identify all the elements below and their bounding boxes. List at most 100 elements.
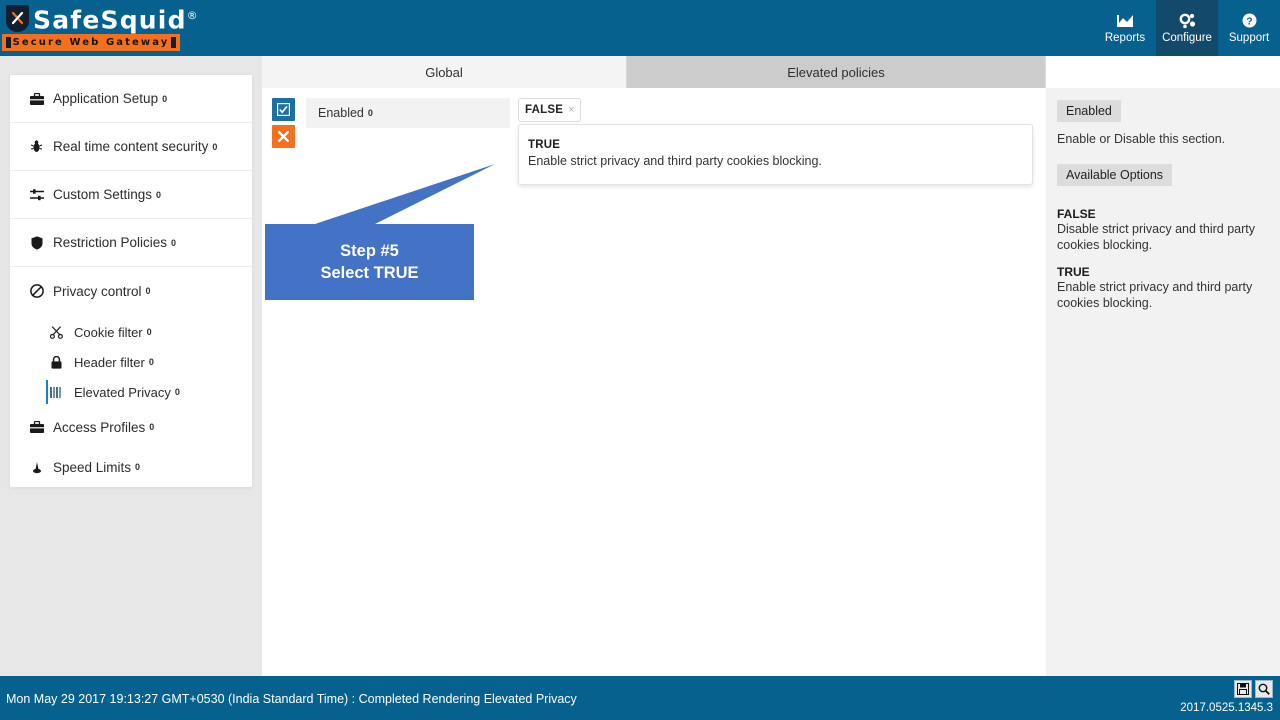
nav-label-configure: Configure [1162,32,1212,44]
sidebar-item-application-setup[interactable]: Application Setup 0 [10,75,252,123]
sidebar-item-cookie-filter[interactable]: Cookie filter 0 [10,317,252,347]
dropdown-options-list: TRUE Enable strict privacy and third par… [518,124,1033,185]
sidebar-badge-access-profiles: 0 [149,422,155,432]
nav-item-support[interactable]: ? Support [1218,0,1280,56]
help-section-heading: Enabled [1057,100,1121,122]
dropdown-option-title: TRUE [528,139,561,151]
help-option-title-false: FALSE [1057,207,1096,221]
sidebar-badge-restriction-policies: 0 [171,237,177,248]
dropdown-option-true[interactable]: TRUE Enable strict privacy and third par… [528,139,1022,168]
sidebar-label-custom-settings: Custom Settings [53,187,153,202]
sidebar-badge-speed-limits: 0 [135,462,141,472]
help-option-desc-true: Enable strict privacy and third party co… [1057,280,1253,310]
nav-label-support: Support [1228,32,1270,44]
sidebar-label-header-filter: Header filter [74,354,145,370]
sidebar-label-elevated-privacy: Elevated Privacy [74,384,171,400]
field-label-text: Enabled [318,106,364,120]
brand-registered: ® [186,9,199,23]
save-floppy-icon[interactable] [1234,680,1252,698]
callout-step-box: Step #5 Select TRUE [265,224,474,300]
tachometer-icon [28,461,45,474]
sidebar-label-access-profiles: Access Profiles [53,419,146,435]
scissors-icon [48,325,65,339]
status-message: Mon May 29 2017 19:13:27 GMT+0530 (India… [6,692,577,706]
sidebar-label-speed-limits: Speed Limits [53,459,132,475]
field-label-badge: 0 [367,108,373,118]
bug-icon [28,140,45,153]
brand-name: SafeSquid [33,5,187,35]
sidebar-badge-real-time-content-security: 0 [212,141,218,152]
sidebar-item-access-profiles[interactable]: Access Profiles 0 [10,407,252,447]
shield-icon [28,235,45,250]
svg-text:?: ? [1246,15,1252,27]
status-bar: Mon May 29 2017 19:13:27 GMT+0530 (India… [0,676,1280,720]
search-magnifier-icon[interactable] [1255,680,1273,698]
sidebar-item-custom-settings[interactable]: Custom Settings 0 [10,171,252,219]
selected-value-text: FALSE [525,104,564,116]
nav-label-reports: Reports [1104,32,1146,44]
brand-tagline: Secure Web Gateway [2,34,180,51]
application-window: SafeSquid® Secure Web Gateway Reports Co… [0,0,1280,720]
tab-elevated-policies[interactable]: Elevated policies [627,56,1046,88]
sidebar-item-header-filter[interactable]: Header filter 0 [10,347,252,377]
sidebar-label-cookie-filter: Cookie filter [74,324,143,340]
ban-icon [28,284,45,298]
sidebar-badge-custom-settings: 0 [156,189,162,200]
content-scroll-strip[interactable] [262,665,1046,676]
sidebar-badge-header-filter: 0 [148,357,154,367]
version-label: 2017.0525.1345.3 [1180,702,1273,714]
row-action-buttons [272,98,296,148]
header-nav: Reports Configure ? Support [1094,0,1280,56]
status-bar-icons [1234,680,1273,698]
sidebar-label-restriction-policies: Restriction Policies [53,235,168,250]
sidebar-badge-elevated-privacy: 0 [174,387,180,397]
remove-tag-x-icon[interactable]: × [568,104,574,116]
briefcase-icon [28,92,45,105]
nav-item-reports[interactable]: Reports [1094,0,1156,56]
sidebar-item-speed-limits[interactable]: Speed Limits 0 [10,447,252,487]
help-option-desc-false: Disable strict privacy and third party c… [1057,222,1255,252]
value-select-container: FALSE × TRUE Enable strict privacy and t… [518,98,1033,185]
nav-item-configure[interactable]: Configure [1156,0,1218,56]
sidebar-label-application-setup: Application Setup [53,91,159,106]
sidebar-item-elevated-privacy[interactable]: Elevated Privacy 0 [10,377,252,407]
help-section-description: Enable or Disable this section. [1057,132,1226,146]
help-panel: Enabled Enable or Disable this section. … [1046,88,1280,676]
top-header: SafeSquid® Secure Web Gateway Reports Co… [0,0,1280,56]
tab-bar-filler [1046,56,1280,88]
sidebar-menu: Application Setup 0 Real time content se… [9,74,253,488]
checkbox-checked-icon[interactable] [272,98,295,121]
lock-icon [48,355,65,369]
dropdown-option-desc: Enable strict privacy and third party co… [528,154,822,168]
sidebar-badge-cookie-filter: 0 [146,327,152,337]
shield-tools-icon [6,4,29,32]
logo-main: SafeSquid® [6,2,199,34]
gears-icon [1179,12,1196,29]
sidebar-badge-privacy-control: 0 [145,286,151,296]
callout-line-1: Step #5 [340,242,399,260]
chart-icon [1116,12,1134,29]
selected-value-tag[interactable]: FALSE × [518,98,581,122]
sidebar-item-privacy-control[interactable]: Privacy control 0 [10,267,252,315]
help-option-true: TRUE Enable strict privacy and third par… [1057,265,1268,311]
help-options-heading: Available Options [1057,164,1173,186]
bars-icon [48,386,65,398]
sidebar-label-privacy-control: Privacy control [53,283,142,299]
sliders-icon [28,188,45,201]
callout-line-2: Select TRUE [320,264,419,282]
question-circle-icon: ? [1242,12,1257,29]
sidebar-item-restriction-policies[interactable]: Restriction Policies 0 [10,219,252,267]
logo-text: SafeSquid® [33,2,199,35]
brand-logo[interactable]: SafeSquid® Secure Web Gateway [0,0,198,52]
help-option-title-true: TRUE [1057,265,1090,279]
sidebar-label-real-time-content-security: Real time content security [53,139,209,154]
sidebar-item-real-time-content-security[interactable]: Real time content security 0 [10,123,252,171]
close-x-icon[interactable] [272,125,295,148]
briefcase-icon [28,421,45,433]
tab-global[interactable]: Global [262,56,627,88]
field-label-enabled: Enabled 0 [306,98,510,128]
help-option-false: FALSE Disable strict privacy and third p… [1057,207,1268,253]
form-row-enabled: Enabled 0 FALSE × TRUE Enable strict pri… [272,98,1033,185]
tab-bar: Global Elevated policies [262,56,1280,88]
sidebar-badge-application-setup: 0 [162,93,168,104]
